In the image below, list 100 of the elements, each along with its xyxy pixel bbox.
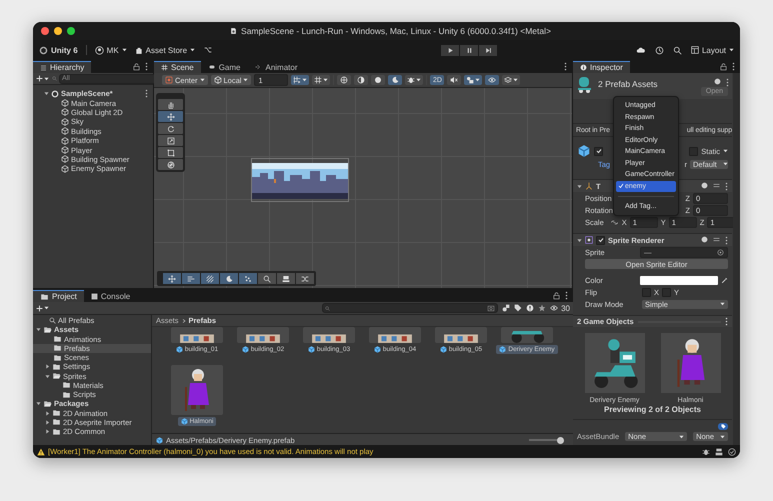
account-menu[interactable]: MK [94, 46, 127, 54]
inspector-tab[interactable]: Inspector [573, 61, 630, 73]
help-icon[interactable] [701, 182, 708, 188]
enabled-checkbox[interactable] [596, 236, 605, 244]
asset-thumbnail[interactable] [501, 327, 553, 343]
toolbar-button[interactable] [464, 75, 482, 85]
label-badge[interactable] [718, 423, 728, 430]
zoom-slider[interactable] [529, 436, 563, 444]
tool-button[interactable] [239, 273, 257, 284]
asset-thumbnail[interactable] [237, 327, 289, 343]
eyedropper-icon[interactable] [721, 276, 728, 284]
asset-thumbnail[interactable] [171, 327, 223, 343]
collapsed-arrow-icon[interactable] [45, 429, 50, 434]
toolbar-button[interactable] [485, 75, 500, 85]
more-icon[interactable] [732, 62, 735, 71]
tool-button[interactable] [158, 135, 183, 146]
toolbar-button[interactable] [371, 75, 386, 85]
toolbar-button[interactable] [291, 75, 310, 85]
more-icon[interactable] [725, 317, 728, 326]
filter-type-icon[interactable] [502, 304, 510, 312]
add-button[interactable] [36, 75, 49, 82]
unity-menu-button[interactable]: Unity 6 [39, 46, 78, 54]
panel-tab[interactable]: Animator [247, 61, 304, 73]
tool-button[interactable] [158, 99, 183, 110]
hierarchy-tab[interactable]: Hierarchy [33, 61, 92, 73]
lock-icon[interactable] [133, 62, 140, 70]
lock-icon[interactable] [720, 62, 727, 70]
tool-button[interactable] [201, 273, 219, 284]
more-icon[interactable] [564, 62, 567, 71]
collapsed-arrow-icon[interactable] [45, 364, 50, 370]
branch-icon[interactable] [203, 46, 214, 54]
play-button[interactable] [441, 44, 459, 56]
warning-circle-icon[interactable] [526, 304, 534, 312]
toolbar-button[interactable] [388, 75, 402, 85]
presets-icon[interactable] [713, 182, 720, 188]
flip-checkbox[interactable] [642, 288, 651, 296]
more-icon[interactable] [725, 182, 728, 190]
panel-tab[interactable]: Console [84, 290, 138, 302]
active-checkbox[interactable] [594, 146, 603, 156]
flip-checkbox[interactable] [662, 288, 672, 296]
check-circle-icon[interactable] [728, 448, 736, 456]
static-checkbox[interactable] [689, 146, 698, 156]
panel-tab[interactable]: Scene [154, 61, 201, 73]
network-icon[interactable] [715, 448, 723, 456]
pause-button[interactable] [460, 44, 478, 56]
presets-icon[interactable] [713, 236, 720, 242]
star-icon[interactable] [538, 304, 546, 312]
tool-button[interactable] [163, 273, 181, 284]
color-swatch[interactable] [640, 276, 718, 284]
expanded-arrow-icon[interactable] [577, 238, 582, 242]
tool-button[interactable] [296, 273, 314, 284]
tool-button[interactable] [158, 123, 183, 134]
asset-thumbnail[interactable] [369, 327, 421, 343]
search-icon[interactable] [672, 46, 682, 54]
help-icon[interactable] [701, 236, 708, 242]
expanded-arrow-icon[interactable] [45, 374, 50, 379]
panel-tab[interactable]: Game [200, 61, 248, 73]
asset-store-menu[interactable]: Asset Store [134, 46, 196, 54]
history-icon[interactable] [654, 46, 664, 54]
step-button[interactable] [479, 44, 497, 56]
more-icon[interactable] [726, 78, 729, 87]
scrollbar[interactable] [733, 73, 740, 445]
cloud-icon[interactable] [634, 46, 646, 54]
link-icon[interactable] [610, 218, 619, 226]
lock-icon[interactable] [553, 292, 560, 300]
toolbar-button[interactable] [502, 75, 520, 85]
expanded-arrow-icon[interactable] [44, 91, 49, 96]
toolbar-button[interactable] [337, 75, 352, 85]
search-field[interactable] [322, 303, 498, 313]
toolbar-button[interactable] [447, 75, 462, 85]
asset-thumbnail[interactable] [171, 365, 223, 415]
toolbar-button[interactable] [405, 75, 424, 85]
expanded-arrow-icon[interactable] [577, 184, 582, 188]
help-icon[interactable] [714, 78, 721, 85]
more-icon[interactable] [725, 236, 728, 244]
panel-tab[interactable]: Project [33, 290, 84, 302]
add-button[interactable] [36, 304, 49, 312]
visible-count[interactable]: 30 [550, 304, 570, 312]
layout-menu[interactable]: Layout [690, 46, 734, 54]
toolbar-button[interactable] [312, 75, 330, 85]
more-icon[interactable] [145, 89, 148, 98]
tool-button[interactable] [258, 273, 276, 284]
tool-button[interactable] [158, 111, 183, 122]
tool-button[interactable] [182, 273, 200, 284]
tool-button[interactable] [220, 273, 238, 284]
collapsed-arrow-icon[interactable] [45, 420, 50, 425]
slider-thumb[interactable] [556, 436, 564, 444]
tag-icon[interactable] [514, 304, 522, 312]
expanded-arrow-icon[interactable] [36, 327, 41, 332]
toolbar-button[interactable] [354, 75, 368, 85]
tool-button[interactable] [158, 159, 183, 170]
more-icon[interactable] [565, 291, 568, 300]
expanded-arrow-icon[interactable] [36, 401, 41, 406]
asset-thumbnail[interactable] [435, 327, 487, 343]
tool-button[interactable] [277, 273, 295, 284]
collapsed-arrow-icon[interactable] [45, 410, 50, 416]
more-icon[interactable] [145, 62, 148, 71]
tool-button[interactable] [158, 147, 183, 158]
asset-thumbnail[interactable] [303, 327, 355, 343]
bug-icon[interactable] [702, 448, 710, 456]
